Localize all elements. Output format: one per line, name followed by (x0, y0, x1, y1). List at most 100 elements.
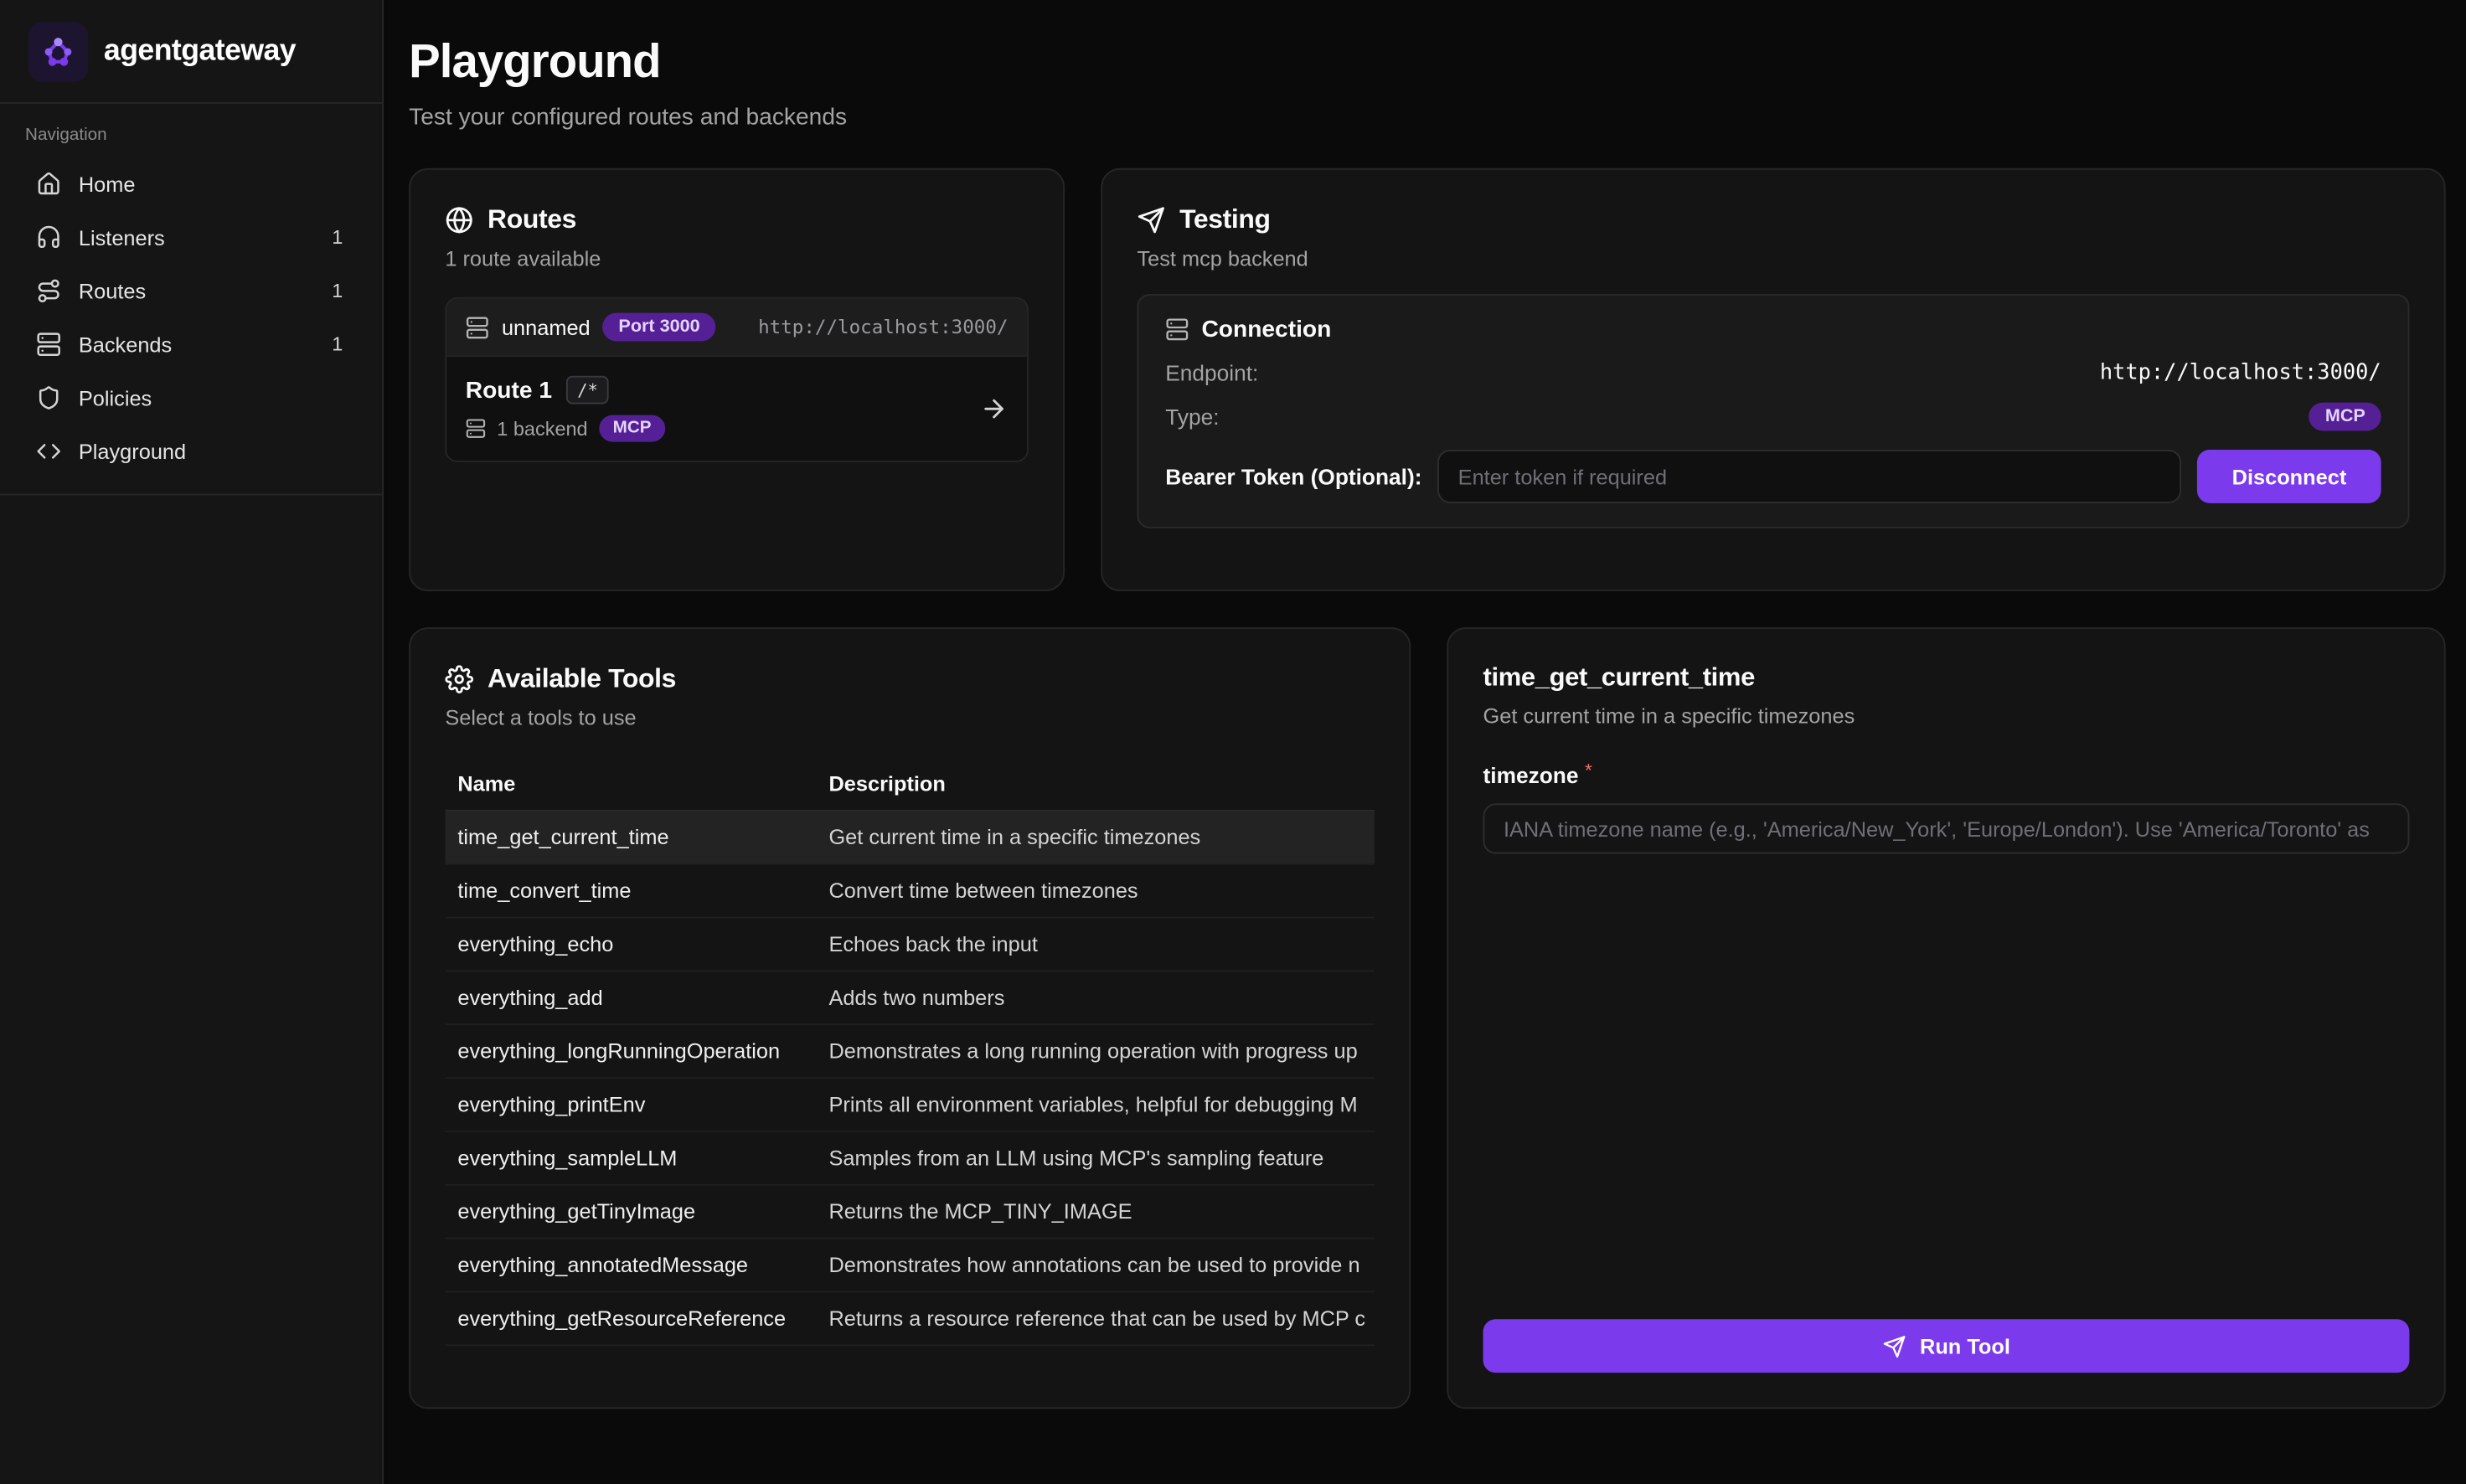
bearer-token-label: Bearer Token (Optional): (1165, 464, 1421, 489)
required-marker: * (1585, 761, 1592, 781)
sidebar-item-label: Listeners (79, 225, 165, 249)
tool-description: Samples from an LLM using MCP's sampling… (816, 1132, 1375, 1184)
tool-description: Returns a resource reference that can be… (816, 1292, 1375, 1344)
globe-icon (445, 206, 473, 234)
sidebar-item-label: Routes (79, 279, 146, 302)
tool-description: Returns the MCP_TINY_IMAGE (816, 1186, 1375, 1238)
routes-card: Routes 1 route available unnamed Port 30… (409, 168, 1065, 591)
routes-card-title: Routes (488, 204, 576, 236)
sidebar-item-label: Playground (79, 440, 186, 463)
routes-card-subtitle: 1 route available (445, 247, 1029, 272)
sidebar-item-label: Backends (79, 332, 172, 356)
connection-panel: Connection Endpoint: http://localhost:30… (1137, 294, 2409, 528)
route-row[interactable]: Route 1 /* 1 backend MCP (446, 357, 1027, 461)
send-icon (1137, 206, 1165, 234)
tool-runner-title: time_get_current_time (1483, 663, 2410, 693)
disconnect-button[interactable]: Disconnect (2197, 450, 2381, 503)
table-row[interactable]: everything_echo Echoes back the input (445, 918, 1375, 971)
code-icon (36, 439, 61, 464)
tool-description: Get current time in a specific timezones (816, 812, 1375, 863)
count-badge: 1 (332, 280, 346, 301)
route-icon (36, 278, 61, 303)
tool-description: Prints all environment variables, helpfu… (816, 1079, 1375, 1131)
count-badge: 1 (332, 226, 346, 248)
tool-name: everything_longRunningOperation (445, 1025, 816, 1077)
sidebar-item-backends[interactable]: Backends 1 (22, 317, 360, 371)
tool-runner-subtitle: Get current time in a specific timezones (1483, 704, 2410, 728)
table-row[interactable]: everything_printEnv Prints all environme… (445, 1079, 1375, 1132)
type-label: Type: (1165, 404, 1219, 430)
run-tool-button[interactable]: Run Tool (1483, 1319, 2410, 1373)
testing-card-subtitle: Test mcp backend (1137, 247, 2409, 272)
testing-card-title: Testing (1179, 204, 1271, 236)
app-name: agentgateway (104, 33, 296, 68)
table-row[interactable]: everything_getTinyImage Returns the MCP_… (445, 1186, 1375, 1239)
testing-card: Testing Test mcp backend Connection Endp… (1101, 168, 2445, 591)
run-tool-label: Run Tool (1920, 1334, 2010, 1358)
listener-header: unnamed Port 3000 http://localhost:3000/ (446, 299, 1027, 357)
shield-icon (36, 385, 61, 410)
server-icon (1165, 317, 1189, 341)
tool-name: everything_getTinyImage (445, 1186, 816, 1238)
route-type-badge: MCP (599, 415, 666, 442)
tools-card-subtitle: Select a tools to use (445, 706, 1375, 731)
bearer-token-input[interactable] (1437, 450, 2181, 503)
table-row[interactable]: time_get_current_time Get current time i… (445, 812, 1375, 865)
endpoint-value: http://localhost:3000/ (2100, 360, 2381, 385)
server-icon (466, 315, 489, 338)
sidebar-item-playground[interactable]: Playground (22, 425, 360, 478)
sidebar-item-routes[interactable]: Routes 1 (22, 264, 360, 317)
table-row[interactable]: time_convert_time Convert time between t… (445, 865, 1375, 919)
tool-runner-card: time_get_current_time Get current time i… (1447, 627, 2445, 1409)
tool-description: Demonstrates how annotations can be used… (816, 1239, 1375, 1291)
timezone-field-label: timezone (1483, 763, 1579, 788)
sidebar: agentgateway Navigation Home Listeners 1 (0, 0, 384, 1484)
page-subtitle: Test your configured routes and backends (409, 104, 2445, 132)
sidebar-item-listeners[interactable]: Listeners 1 (22, 211, 360, 265)
server-icon (36, 332, 61, 357)
table-row[interactable]: everything_add Adds two numbers (445, 971, 1375, 1025)
backend-count: 1 backend (497, 417, 587, 439)
column-header-name: Name (445, 758, 816, 810)
tool-name: time_get_current_time (445, 812, 816, 863)
home-icon (36, 172, 61, 197)
sidebar-item-home[interactable]: Home (22, 157, 360, 211)
app-logo[interactable]: agentgateway (0, 0, 382, 104)
server-icon (466, 418, 486, 438)
app-window: agentgateway Navigation Home Listeners 1 (0, 0, 2466, 1484)
tools-table: Name Description time_get_current_time G… (445, 758, 1375, 1373)
column-header-description: Description (816, 758, 1375, 810)
sidebar-item-label: Policies (79, 386, 152, 410)
tool-description: Adds two numbers (816, 971, 1375, 1023)
port-badge: Port 3000 (603, 313, 716, 342)
tool-name: everything_annotatedMessage (445, 1239, 816, 1291)
headphones-icon (36, 224, 61, 250)
tool-description: Demonstrates a long running operation wi… (816, 1025, 1375, 1077)
table-row[interactable]: everything_getResourceReference Returns … (445, 1292, 1375, 1346)
timezone-input[interactable] (1483, 803, 2410, 853)
sidebar-item-label: Home (79, 173, 136, 196)
tool-name: everything_sampleLLM (445, 1132, 816, 1184)
gear-icon (445, 665, 473, 693)
table-row[interactable]: everything_longRunningOperation Demonstr… (445, 1025, 1375, 1079)
tool-name: everything_add (445, 971, 816, 1023)
route-name: Route 1 (466, 377, 552, 404)
listener-group: unnamed Port 3000 http://localhost:3000/… (445, 297, 1029, 462)
connection-title: Connection (1201, 316, 1331, 343)
available-tools-card: Available Tools Select a tools to use Na… (409, 627, 1411, 1409)
type-badge: MCP (2309, 403, 2381, 431)
sidebar-item-policies[interactable]: Policies (22, 371, 360, 425)
sidebar-nav: Navigation Home Listeners 1 Routes (0, 104, 382, 496)
table-row[interactable]: everything_annotatedMessage Demonstrates… (445, 1239, 1375, 1293)
count-badge: 1 (332, 333, 346, 355)
tool-description: Echoes back the input (816, 918, 1375, 970)
route-path-badge: /* (566, 376, 609, 404)
tools-card-title: Available Tools (488, 663, 676, 695)
table-row[interactable]: everything_sampleLLM Samples from an LLM… (445, 1132, 1375, 1186)
tool-name: time_convert_time (445, 865, 816, 917)
main-content: Playground Test your configured routes a… (384, 0, 2466, 1484)
send-icon (1882, 1334, 1906, 1358)
tool-name: everything_echo (445, 918, 816, 970)
tool-description: Convert time between timezones (816, 865, 1375, 917)
page-title: Playground (409, 34, 2445, 91)
